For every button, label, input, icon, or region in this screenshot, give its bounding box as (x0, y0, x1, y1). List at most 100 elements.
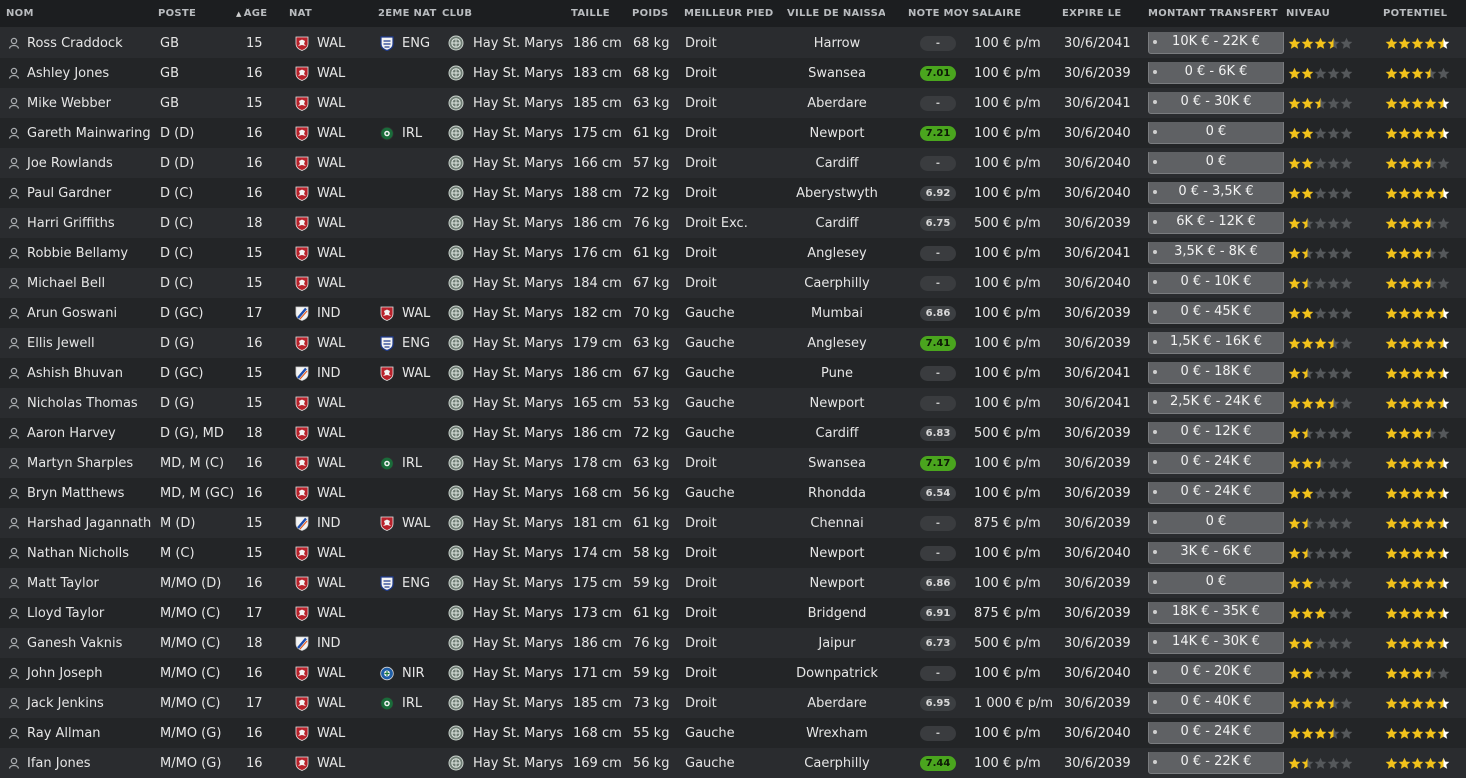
transfer-fee-box[interactable]: 0 € - 18K € (1148, 362, 1284, 384)
transfer-fee-box[interactable]: 0 € - 3,5K € (1148, 182, 1284, 204)
transfer-fee-cell[interactable]: 3K € - 6K € (1148, 542, 1284, 564)
club-cell[interactable]: Hay St. Marys (448, 605, 568, 621)
nationality-cell[interactable]: IND (295, 366, 375, 381)
transfer-fee-cell[interactable]: 18K € - 35K € (1148, 602, 1284, 624)
transfer-fee-cell[interactable]: 0 € - 45K € (1148, 302, 1284, 324)
player-name-cell[interactable]: John Joseph (8, 666, 156, 681)
club-cell[interactable]: Hay St. Marys (448, 635, 568, 651)
player-name-cell[interactable]: Harri Griffiths (8, 216, 156, 231)
nationality-cell[interactable]: WAL (295, 756, 375, 771)
club-cell[interactable]: Hay St. Marys (448, 485, 568, 501)
transfer-fee-cell[interactable]: 3,5K € - 8K € (1148, 242, 1284, 264)
player-name-cell[interactable]: Ifan Jones (8, 756, 156, 771)
column-header-level[interactable]: NIVEAU (1286, 8, 1378, 19)
column-header-transfer-fee[interactable]: MONTANT TRANSFERT (1148, 8, 1284, 19)
second-nationality-cell[interactable]: WAL (380, 366, 442, 381)
transfer-fee-box[interactable]: 3,5K € - 8K € (1148, 242, 1284, 264)
transfer-fee-cell[interactable]: 0 € - 18K € (1148, 362, 1284, 384)
player-name-cell[interactable]: Aaron Harvey (8, 426, 156, 441)
club-cell[interactable]: Hay St. Marys (448, 665, 568, 681)
nationality-cell[interactable]: IND (295, 516, 375, 531)
transfer-fee-box[interactable]: 6K € - 12K € (1148, 212, 1284, 234)
second-nationality-cell[interactable]: ENG (380, 336, 442, 351)
transfer-fee-cell[interactable]: 0 € (1148, 572, 1284, 594)
club-cell[interactable]: Hay St. Marys (448, 65, 568, 81)
column-header-position[interactable]: POSTE (158, 8, 242, 19)
transfer-fee-cell[interactable]: 0 € - 12K € (1148, 422, 1284, 444)
player-name-cell[interactable]: Ashish Bhuvan (8, 366, 156, 381)
transfer-fee-cell[interactable]: 0 € - 22K € (1148, 752, 1284, 774)
nationality-cell[interactable]: WAL (295, 486, 375, 501)
club-cell[interactable]: Hay St. Marys (448, 335, 568, 351)
nationality-cell[interactable]: WAL (295, 186, 375, 201)
player-name-cell[interactable]: Michael Bell (8, 276, 156, 291)
player-name-cell[interactable]: Harshad Jagannath (8, 516, 156, 531)
player-name-cell[interactable]: Lloyd Taylor (8, 606, 156, 621)
second-nationality-cell[interactable]: WAL (380, 306, 442, 321)
table-row[interactable]: Nathan Nicholls M (C) 15 WAL Hay St. Mar… (0, 538, 1466, 568)
transfer-fee-cell[interactable]: 14K € - 30K € (1148, 632, 1284, 654)
transfer-fee-box[interactable]: 3K € - 6K € (1148, 542, 1284, 564)
club-cell[interactable]: Hay St. Marys (448, 575, 568, 591)
club-cell[interactable]: Hay St. Marys (448, 395, 568, 411)
transfer-fee-cell[interactable]: 0 € - 24K € (1148, 482, 1284, 504)
column-header-second-nationality[interactable]: 2ÈME NAT (378, 8, 440, 19)
player-name-cell[interactable]: Jack Jenkins (8, 696, 156, 711)
club-cell[interactable]: Hay St. Marys (448, 455, 568, 471)
transfer-fee-box[interactable]: 0 € - 12K € (1148, 422, 1284, 444)
transfer-fee-box[interactable]: 0 € - 30K € (1148, 92, 1284, 114)
table-row[interactable]: Ifan Jones M/MO (G) 16 WAL Hay St. Marys… (0, 748, 1466, 778)
transfer-fee-box[interactable]: 1,5K € - 16K € (1148, 332, 1284, 354)
table-row[interactable]: Martyn Sharples MD, M (C) 16 WAL IRL Hay… (0, 448, 1466, 478)
player-name-cell[interactable]: Gareth Mainwaring (8, 126, 156, 141)
column-header-weight[interactable]: POIDS (632, 8, 680, 19)
club-cell[interactable]: Hay St. Marys (448, 215, 568, 231)
second-nationality-cell[interactable]: IRL (380, 126, 442, 141)
player-name-cell[interactable]: Ray Allman (8, 726, 156, 741)
table-row[interactable]: Matt Taylor M/MO (D) 16 WAL ENG Hay St. … (0, 568, 1466, 598)
nationality-cell[interactable]: WAL (295, 66, 375, 81)
club-cell[interactable]: Hay St. Marys (448, 155, 568, 171)
column-header-expires[interactable]: EXPIRE LE (1062, 8, 1142, 19)
transfer-fee-cell[interactable]: 0 € (1148, 152, 1284, 174)
transfer-fee-cell[interactable]: 0 € - 3,5K € (1148, 182, 1284, 204)
player-name-cell[interactable]: Martyn Sharples (8, 456, 156, 471)
transfer-fee-cell[interactable]: 0 € - 30K € (1148, 92, 1284, 114)
transfer-fee-cell[interactable]: 10K € - 22K € (1148, 32, 1284, 54)
nationality-cell[interactable]: IND (295, 306, 375, 321)
player-name-cell[interactable]: Joe Rowlands (8, 156, 156, 171)
club-cell[interactable]: Hay St. Marys (448, 245, 568, 261)
table-row[interactable]: Lloyd Taylor M/MO (C) 17 WAL Hay St. Mar… (0, 598, 1466, 628)
nationality-cell[interactable]: WAL (295, 396, 375, 411)
transfer-fee-box[interactable]: 0 € - 24K € (1148, 482, 1284, 504)
transfer-fee-cell[interactable]: 0 € (1148, 122, 1284, 144)
column-header-salary[interactable]: SALAIRE (972, 8, 1058, 19)
club-cell[interactable]: Hay St. Marys (448, 185, 568, 201)
column-header-rating[interactable]: NOTE MOY (908, 8, 968, 19)
transfer-fee-cell[interactable]: 2,5K € - 24K € (1148, 392, 1284, 414)
transfer-fee-cell[interactable]: 1,5K € - 16K € (1148, 332, 1284, 354)
club-cell[interactable]: Hay St. Marys (448, 305, 568, 321)
transfer-fee-cell[interactable]: 0 € (1148, 512, 1284, 534)
player-name-cell[interactable]: Paul Gardner (8, 186, 156, 201)
nationality-cell[interactable]: WAL (295, 546, 375, 561)
transfer-fee-cell[interactable]: 0 € - 6K € (1148, 62, 1284, 84)
second-nationality-cell[interactable]: NIR (380, 666, 442, 681)
nationality-cell[interactable]: WAL (295, 606, 375, 621)
table-row[interactable]: Ray Allman M/MO (G) 16 WAL Hay St. Marys… (0, 718, 1466, 748)
club-cell[interactable]: Hay St. Marys (448, 35, 568, 51)
player-name-cell[interactable]: Ashley Jones (8, 66, 156, 81)
table-row[interactable]: Ashish Bhuvan D (GC) 15 IND WAL Hay St. … (0, 358, 1466, 388)
player-name-cell[interactable]: Nicholas Thomas (8, 396, 156, 411)
transfer-fee-box[interactable]: 0 € - 45K € (1148, 302, 1284, 324)
second-nationality-cell[interactable]: IRL (380, 456, 442, 471)
nationality-cell[interactable]: IND (295, 636, 375, 651)
transfer-fee-box[interactable]: 0 € (1148, 572, 1284, 594)
club-cell[interactable]: Hay St. Marys (448, 725, 568, 741)
player-name-cell[interactable]: Ganesh Vaknis (8, 636, 156, 651)
nationality-cell[interactable]: WAL (295, 696, 375, 711)
player-name-cell[interactable]: Matt Taylor (8, 576, 156, 591)
table-row[interactable]: Paul Gardner D (C) 16 WAL Hay St. Marys … (0, 178, 1466, 208)
transfer-fee-box[interactable]: 0 € (1148, 512, 1284, 534)
transfer-fee-box[interactable]: 0 € - 6K € (1148, 62, 1284, 84)
